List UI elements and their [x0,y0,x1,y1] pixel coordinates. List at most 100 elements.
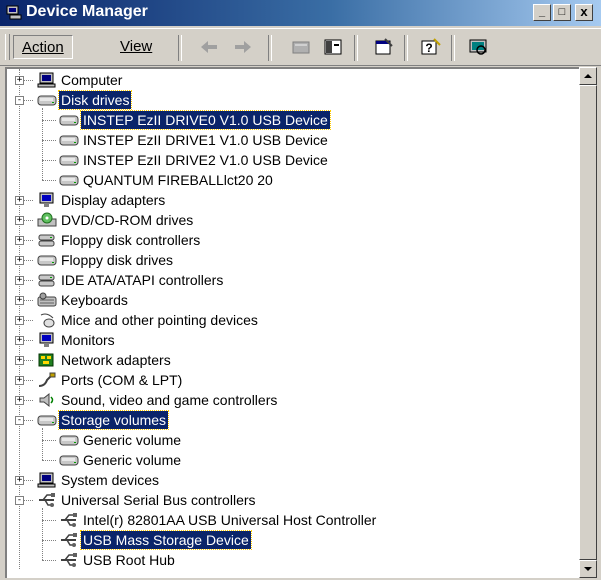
tree-item-label: Computer [61,72,123,88]
tree-item-label: DVD/CD-ROM drives [61,212,194,228]
expand-button[interactable]: + [15,336,24,345]
expand-button[interactable]: + [15,296,24,305]
action-menu-label: Action [22,39,64,56]
tree-category[interactable]: Disk drives [57,90,133,110]
tree-item-label: Ports (COM & LPT) [61,372,183,388]
tree-category[interactable]: Universal Serial Bus controllers [59,490,258,510]
tree-item-label: System devices [61,472,160,488]
expand-button[interactable]: + [15,316,24,325]
tree-category[interactable]: Floppy disk controllers [59,230,202,250]
maximize-button[interactable]: □ [553,4,571,21]
usb-icon [39,493,55,507]
expand-button[interactable]: + [15,76,24,85]
tree-category[interactable]: Ports (COM & LPT) [59,370,184,390]
tree-category[interactable]: System devices [59,470,161,490]
tree-connector [42,460,56,462]
disk-drive-icon [59,115,79,126]
tree-child-spine [42,428,44,460]
port-icon [38,372,56,387]
help-icon[interactable]: ? [420,37,442,57]
tree-item-label: Display adapters [61,192,166,208]
tree-device[interactable]: INSTEP EzII DRIVE0 V1.0 USB Device [80,110,331,130]
toolbar-grip[interactable] [5,34,10,60]
svg-text:?: ? [425,41,432,55]
scroll-down-button[interactable] [579,560,597,578]
tree-item-label: Floppy disk drives [61,252,174,268]
tree-connector [42,560,56,562]
tree-device[interactable]: INSTEP EzII DRIVE1 V1.0 USB Device [81,130,330,150]
toolbar-separator [404,35,408,61]
disk-drive-icon [37,415,57,426]
toolbar-separator [268,35,272,61]
toolbar-separator [354,35,358,61]
scan-hardware-icon[interactable] [467,37,489,57]
close-button[interactable]: x [575,4,593,21]
view-menu[interactable]: View [112,35,160,59]
scroll-up-button[interactable] [579,67,597,85]
vertical-scrollbar[interactable] [579,67,597,578]
action-menu[interactable]: Action [13,35,73,59]
forward-arrow-icon[interactable] [232,37,254,57]
tree-category[interactable]: Mice and other pointing devices [59,310,260,330]
tree-category[interactable]: Sound, video and game controllers [59,390,279,410]
collapse-button[interactable]: - [15,496,24,505]
tree-item-label: INSTEP EzII DRIVE1 V1.0 USB Device [83,132,328,148]
expand-button[interactable]: + [15,356,24,365]
expand-button[interactable]: + [15,236,24,245]
back-arrow-icon[interactable] [198,37,220,57]
disk-drive-icon [59,435,79,446]
up-folder-icon[interactable] [290,37,312,57]
tree-connector [42,160,56,162]
tree-device[interactable]: USB Mass Storage Device [80,530,252,550]
tree-item-label: Floppy disk controllers [61,232,201,248]
expand-button[interactable]: + [15,276,24,285]
expand-button[interactable]: + [15,216,24,225]
tree-device[interactable]: Generic volume [81,430,183,450]
tree-connector [42,540,56,542]
monitor-icon [39,332,54,347]
expand-button[interactable]: + [15,396,24,405]
tree-item-label: QUANTUM FIREBALLlct20 20 [83,172,273,188]
tree-connector [42,120,56,122]
tree-item-label: INSTEP EzII DRIVE2 V1.0 USB Device [83,152,328,168]
usb-icon [61,533,77,547]
tree-category[interactable]: Display adapters [59,190,167,210]
tree-device[interactable]: USB Root Hub [81,550,177,570]
expand-button[interactable]: + [15,376,24,385]
keyboard-icon [37,292,57,307]
expand-button[interactable]: + [15,476,24,485]
disk-drive-icon [37,95,57,106]
tree-device[interactable]: INSTEP EzII DRIVE2 V1.0 USB Device [81,150,330,170]
tree-category[interactable]: Monitors [59,330,117,350]
title-bar[interactable]: Device Manager _ □ x [0,0,601,26]
tree-device[interactable]: Generic volume [81,450,183,470]
tree-item-label: USB Mass Storage Device [80,530,252,550]
tree-category[interactable]: DVD/CD-ROM drives [59,210,195,230]
device-tree[interactable]: + Computer - Disk drives INSTEP EzII DRIVE0 … [5,67,579,578]
tree-category[interactable]: Floppy disk drives [59,250,175,270]
tree-category[interactable]: IDE ATA/ATAPI controllers [59,270,225,290]
expand-button[interactable]: + [15,196,24,205]
scroll-thumb[interactable] [579,85,597,560]
tree-item-label: Disk drives [57,90,133,110]
controller-icon [38,274,55,287]
tree-device[interactable]: Intel(r) 82801AA USB Universal Host Cont… [81,510,378,530]
toolbar-separator [178,35,182,61]
expand-button[interactable]: + [15,256,24,265]
tree-category[interactable]: Network adapters [59,350,173,370]
collapse-button[interactable]: - [15,96,24,105]
collapse-button[interactable]: - [15,416,24,425]
tree-category[interactable]: Keyboards [59,290,130,310]
tree-category[interactable]: Storage volumes [57,410,170,430]
tree-child-spine [42,108,44,180]
tree-item-label: Universal Serial Bus controllers [61,492,256,508]
show-hide-tree-icon[interactable] [322,37,344,57]
disk-drive-icon [37,255,57,266]
properties-icon[interactable] [373,37,395,57]
cdrom-icon [37,212,57,227]
disk-drive-icon [59,455,79,466]
tree-category[interactable]: Computer [59,70,124,90]
window-title: Device Manager [26,3,148,20]
minimize-button[interactable]: _ [533,4,551,21]
tree-device[interactable]: QUANTUM FIREBALLlct20 20 [81,170,275,190]
